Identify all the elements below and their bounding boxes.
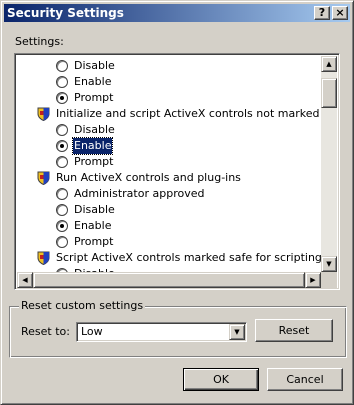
radio-button-checked[interactable]: [56, 92, 68, 104]
radio-option-label[interactable]: Disable: [74, 122, 115, 138]
radio-button-checked[interactable]: [56, 140, 68, 152]
radio-button[interactable]: [56, 236, 68, 248]
radio-button[interactable]: [56, 124, 68, 136]
radio-button[interactable]: [56, 76, 68, 88]
horizontal-scrollbar[interactable]: ◀ ▶: [17, 272, 321, 288]
scroll-right-button[interactable]: ▶: [305, 272, 321, 288]
scrollbar-corner: [321, 272, 337, 288]
radio-button[interactable]: [56, 60, 68, 72]
security-settings-dialog: Security Settings ? × Settings: Disable E…: [0, 0, 354, 405]
radio-option-label[interactable]: Administrator approved: [74, 186, 204, 202]
close-button[interactable]: ×: [332, 6, 348, 20]
setting-group-label: Script ActiveX controls marked safe for …: [56, 251, 321, 264]
security-shield-icon: [37, 251, 50, 266]
radio-button[interactable]: [56, 156, 68, 168]
scroll-up-button[interactable]: ▲: [321, 56, 337, 72]
setting-group-label: Initialize and script ActiveX controls n…: [56, 107, 321, 120]
radio-option-label[interactable]: Enable: [71, 137, 114, 155]
reset-button[interactable]: Reset: [255, 319, 333, 342]
ok-button[interactable]: OK: [183, 368, 259, 391]
window-title: Security Settings: [7, 6, 124, 20]
radio-option-label[interactable]: Disable: [74, 202, 115, 218]
horizontal-scroll-thumb[interactable]: [33, 272, 305, 288]
radio-button[interactable]: [56, 188, 68, 200]
scroll-left-button[interactable]: ◀: [17, 272, 33, 288]
security-shield-icon: [37, 171, 50, 186]
radio-button[interactable]: [56, 204, 68, 216]
settings-label: Settings:: [15, 35, 64, 48]
setting-group-label: Run ActiveX controls and plug-ins: [56, 171, 241, 184]
vertical-scroll-thumb[interactable]: [321, 78, 337, 108]
settings-listbox[interactable]: Disable Enable Prompt Initialize and script…: [14, 53, 340, 290]
settings-list: Disable Enable Prompt Initialize and script…: [17, 56, 321, 272]
vertical-scrollbar[interactable]: ▲ ▼: [321, 56, 337, 272]
radio-option-label[interactable]: Prompt: [74, 154, 113, 170]
help-button[interactable]: ?: [314, 6, 330, 20]
reset-group-title: Reset custom settings: [19, 299, 146, 312]
reset-to-label: Reset to:: [21, 325, 70, 338]
radio-button-checked[interactable]: [56, 220, 68, 232]
dropdown-arrow-icon[interactable]: ▼: [229, 324, 245, 340]
radio-option-label[interactable]: Enable: [74, 218, 111, 234]
reset-to-dropdown[interactable]: Low ▼: [76, 322, 247, 342]
reset-to-value: Low: [81, 325, 103, 338]
title-bar[interactable]: Security Settings ? ×: [4, 4, 350, 22]
radio-option-label[interactable]: Disable: [74, 58, 115, 74]
cancel-button[interactable]: Cancel: [267, 368, 343, 391]
scroll-down-button[interactable]: ▼: [321, 256, 337, 272]
radio-option-label[interactable]: Prompt: [74, 234, 113, 250]
security-shield-icon: [37, 107, 50, 122]
radio-option-label[interactable]: Enable: [74, 74, 111, 90]
radio-option-label[interactable]: Prompt: [74, 90, 113, 106]
